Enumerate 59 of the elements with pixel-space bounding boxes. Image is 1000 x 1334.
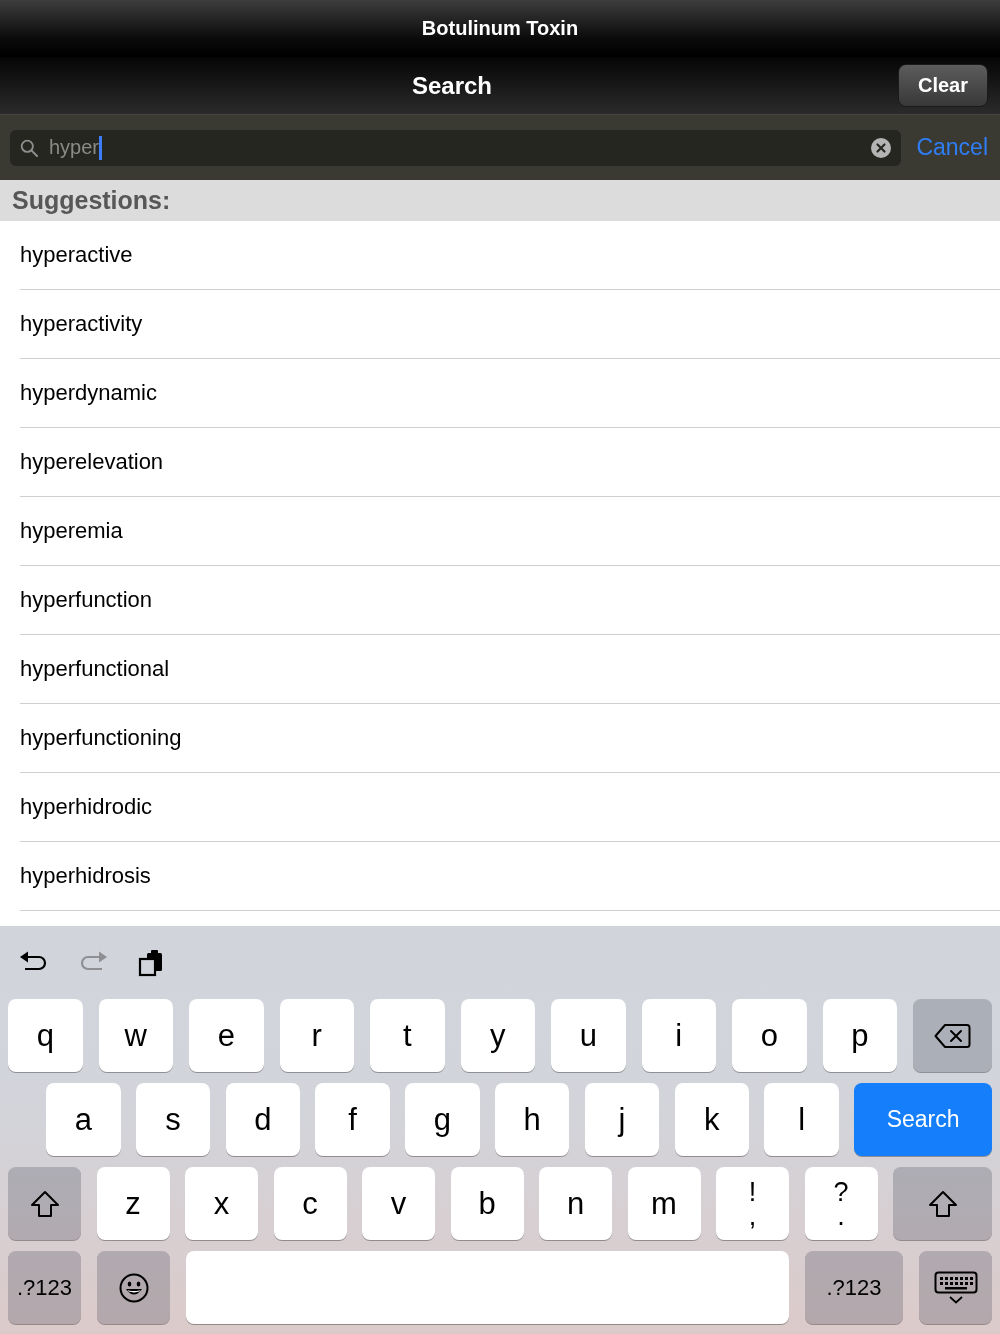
letter-key[interactable]: t <box>370 999 445 1072</box>
letter-key[interactable]: j <box>584 1083 660 1156</box>
section-header: Suggestions: <box>0 180 1000 221</box>
letter-key[interactable]: s <box>135 1083 211 1156</box>
hide-keyboard-key[interactable] <box>919 1251 992 1324</box>
letter-key[interactable]: q <box>8 999 83 1072</box>
clear-button[interactable]: Clear <box>898 64 988 107</box>
delete-key[interactable] <box>913 999 992 1072</box>
shift-icon <box>927 1189 958 1218</box>
letter-key[interactable]: i <box>641 999 716 1072</box>
letter-key[interactable]: b <box>450 1167 524 1240</box>
suggestion-item[interactable]: hyperactive <box>20 221 1000 290</box>
letter-key[interactable]: h <box>495 1083 570 1156</box>
app-title: Botulinum Toxin <box>421 16 579 40</box>
suggestion-item[interactable]: hyperelevation <box>20 428 1000 497</box>
delete-icon <box>934 1022 971 1049</box>
letter-key[interactable]: w <box>98 999 173 1072</box>
letter-key[interactable]: u <box>551 999 626 1072</box>
punctuation-key[interactable]: ? . <box>804 1167 878 1240</box>
emoji-key[interactable] <box>97 1251 170 1324</box>
clear-text-icon[interactable] <box>871 137 892 158</box>
search-icon <box>20 138 38 157</box>
letter-key[interactable]: o <box>732 999 807 1072</box>
letter-key[interactable]: a <box>46 1083 121 1156</box>
punctuation-key[interactable]: ! , <box>716 1167 789 1240</box>
letter-key[interactable]: f <box>315 1083 390 1156</box>
letter-key[interactable]: y <box>460 999 535 1072</box>
suggestion-item[interactable]: hyperactivity <box>20 290 1000 359</box>
numbers-key[interactable]: .?123 <box>8 1251 81 1324</box>
suggestion-item[interactable]: hyperhidrodic <box>20 773 1000 842</box>
shift-key[interactable] <box>8 1167 81 1240</box>
letter-key[interactable]: k <box>674 1083 750 1156</box>
search-key[interactable]: Search <box>854 1083 992 1156</box>
letter-key[interactable]: z <box>96 1167 170 1240</box>
suggestion-item[interactable]: hyperhidrosis <box>20 842 1000 911</box>
keyboard-hide-icon <box>933 1270 978 1305</box>
search-field[interactable]: hyper <box>10 129 902 166</box>
letter-key[interactable]: x <box>185 1167 258 1240</box>
letter-key[interactable]: n <box>539 1167 612 1240</box>
letter-key[interactable]: e <box>189 999 264 1072</box>
suggestion-item[interactable]: hyperemia <box>20 497 1000 566</box>
letter-key[interactable]: c <box>273 1167 347 1240</box>
letter-key[interactable]: g <box>405 1083 480 1156</box>
suggestion-item[interactable]: hyperfunctioning <box>20 704 1000 773</box>
suggestion-item[interactable]: hyperfunction <box>20 566 1000 635</box>
emoji-icon <box>118 1272 149 1303</box>
shift-key[interactable] <box>893 1167 992 1240</box>
letter-key[interactable]: d <box>225 1083 301 1156</box>
letter-key[interactable]: p <box>822 999 897 1072</box>
letter-key[interactable]: r <box>279 999 354 1072</box>
suggestion-item[interactable]: hyperdynamic <box>20 359 1000 428</box>
suggestion-item[interactable]: hyperfunctional <box>20 635 1000 704</box>
letter-key[interactable]: m <box>627 1167 701 1240</box>
letter-key[interactable]: v <box>362 1167 435 1240</box>
numbers-key[interactable]: .?123 <box>805 1251 903 1324</box>
shift-icon <box>29 1189 60 1218</box>
copy-icon[interactable] <box>138 949 164 977</box>
page-title: Search <box>410 71 494 100</box>
letter-key[interactable]: l <box>764 1083 839 1156</box>
